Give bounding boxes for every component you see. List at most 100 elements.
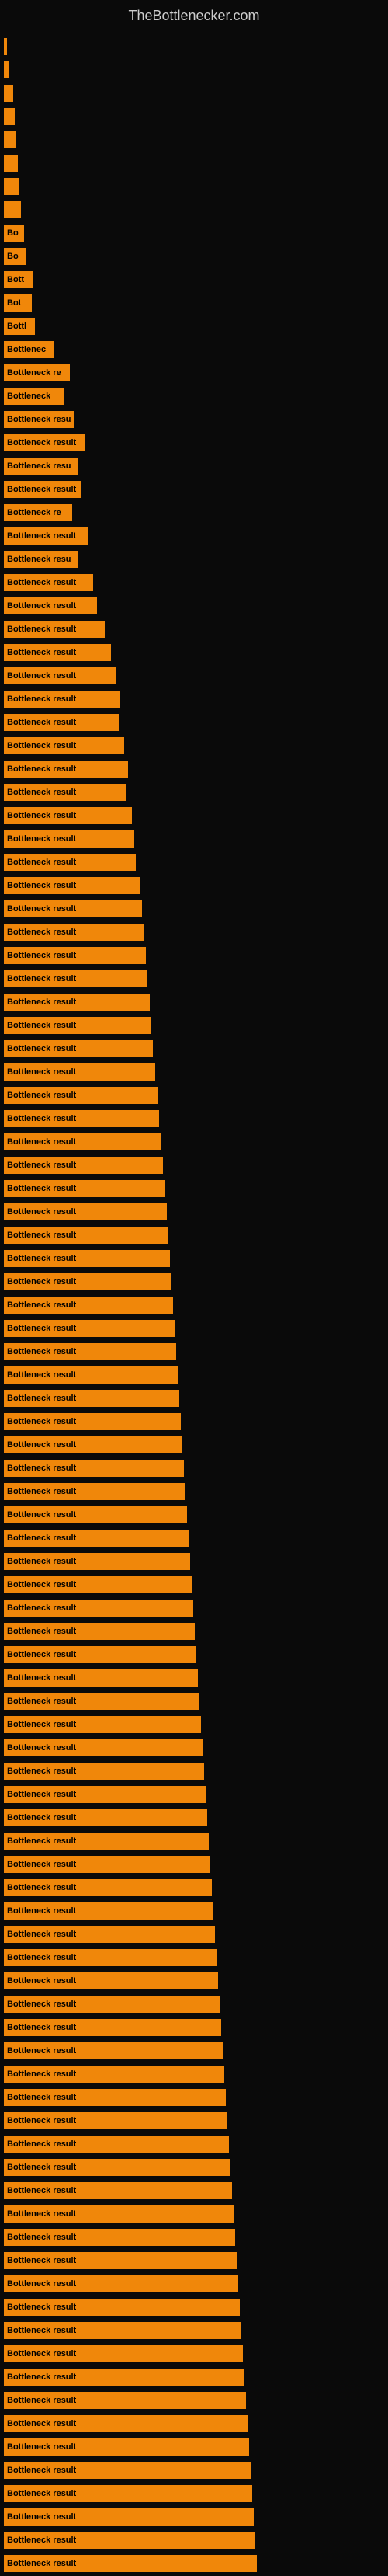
bar-row: Bottleneck result (4, 1248, 388, 1269)
bar-label: Bottleneck result (7, 1790, 76, 1799)
bar-row: Bottleneck result (4, 1644, 388, 1666)
bar: Bottleneck result (4, 761, 128, 778)
bar: Bottleneck result (4, 830, 134, 848)
bar-row: Bottleneck result (4, 1690, 388, 1712)
bar: Bo (4, 225, 24, 242)
bar: Bottlenec (4, 341, 54, 358)
bar: Bottleneck result (4, 2182, 232, 2199)
bar-row: Bottleneck result (4, 1364, 388, 1386)
bar-row: Bottleneck resu (4, 548, 388, 570)
bar-label: Bottleneck result (7, 2512, 76, 2522)
bar-row: Bottleneck result (4, 1481, 388, 1502)
bar: Bottleneck result (4, 2042, 223, 2059)
bar-label: Bottleneck result (7, 1067, 76, 1077)
bar: Bottleneck result (4, 621, 105, 638)
bar: Bottleneck result (4, 1786, 206, 1803)
bar (4, 61, 9, 78)
bar: Bottleneck (4, 388, 64, 405)
bar: Bottleneck result (4, 1180, 165, 1197)
bar: Bottleneck result (4, 2485, 252, 2502)
bar: Bottleneck result (4, 2555, 257, 2572)
bar-row: Bottleneck result (4, 2436, 388, 2458)
bar: Bottleneck result (4, 481, 81, 498)
bar: Bottleneck re (4, 504, 72, 521)
bar-label: Bottleneck result (7, 1860, 76, 1869)
bar: Bottleneck result (4, 807, 132, 824)
bar-row: Bot (4, 292, 388, 314)
bar-row (4, 152, 388, 174)
bar: Bottleneck result (4, 2089, 226, 2106)
bar-row: Bottleneck result (4, 688, 388, 710)
bar: Bottleneck result (4, 2369, 244, 2386)
bar: Bottleneck result (4, 1623, 195, 1640)
bar-row (4, 176, 388, 197)
bar-label: Bottleneck result (7, 2303, 76, 2312)
bar-row: Bottleneck result (4, 2203, 388, 2225)
bar: Bottleneck result (4, 854, 136, 871)
bar: Bott (4, 271, 33, 288)
bar: Bottleneck result (4, 2438, 249, 2456)
bar-label: Bottl (7, 322, 26, 331)
bar: Bottleneck result (4, 1972, 218, 1989)
bar-label: Bottleneck result (7, 881, 76, 890)
bar: Bottleneck result (4, 2066, 224, 2083)
bar-label: Bottleneck result (7, 2070, 76, 2079)
bar-label: Bottleneck result (7, 2489, 76, 2498)
bar-row (4, 59, 388, 81)
bar-label: Bottleneck result (7, 531, 76, 541)
bar-row: Bottleneck result (4, 735, 388, 757)
bar-row: Bottleneck result (4, 2063, 388, 2085)
bar-label: Bottleneck result (7, 2186, 76, 2195)
site-title: TheBottlenecker.com (0, 0, 388, 28)
bar-label: Bottleneck result (7, 1091, 76, 1100)
bar-row: Bottleneck result (4, 2110, 388, 2132)
bar: Bottleneck result (4, 1576, 192, 1593)
bar-row: Bott (4, 269, 388, 291)
bar: Bottleneck resu (4, 458, 78, 475)
bar (4, 108, 15, 125)
bar-row: Bottleneck result (4, 2459, 388, 2481)
bar: Bottleneck result (4, 1669, 198, 1687)
bar-label: Bottleneck result (7, 648, 76, 657)
bar-label: Bottleneck result (7, 1627, 76, 1636)
bar-label: Bo (7, 252, 19, 261)
bar: Bottleneck result (4, 1110, 159, 1127)
bar-row: Bottleneck result (4, 1201, 388, 1223)
bar (4, 85, 13, 102)
bar (4, 38, 7, 55)
bar-row: Bottleneck result (4, 758, 388, 780)
bar-row (4, 129, 388, 151)
bar-row: Bottleneck result (4, 1923, 388, 1945)
bar-label: Bottleneck result (7, 1161, 76, 1170)
bar: Bottleneck result (4, 2159, 230, 2176)
bar-row: Bottleneck result (4, 525, 388, 547)
bar-row: Bottleneck result (4, 1084, 388, 1106)
bar-label: Bottleneck result (7, 625, 76, 634)
bar-label: Bottleneck result (7, 1324, 76, 1333)
bar-row: Bottleneck result (4, 1434, 388, 1456)
bar: Bottleneck result (4, 1250, 170, 1267)
bar-label: Bottleneck result (7, 2559, 76, 2568)
bar-label: Bottleneck result (7, 2419, 76, 2428)
bar-label: Bottleneck result (7, 485, 76, 494)
bar-label: Bottleneck result (7, 2139, 76, 2149)
bar-label: Bottleneck result (7, 1277, 76, 1286)
bar: Bottleneck result (4, 1716, 201, 1733)
bar-row: Bottleneck result (4, 2017, 388, 2038)
bar-row: Bottleneck result (4, 2366, 388, 2388)
bar-label: Bottleneck result (7, 694, 76, 704)
bar-row: Bottleneck result (4, 1597, 388, 1619)
bar-row: Bottleneck result (4, 1551, 388, 1572)
bar: Bottleneck result (4, 1809, 207, 1826)
bar: Bottleneck result (4, 1133, 161, 1150)
bar-label: Bottleneck result (7, 2536, 76, 2545)
bar: Bottleneck result (4, 1902, 213, 1920)
bar-row: Bottleneck result (4, 1131, 388, 1153)
bar-row: Bottleneck result (4, 1504, 388, 1526)
bar-row: Bottleneck result (4, 2529, 388, 2551)
bar: Bottleneck result (4, 1856, 210, 1873)
bar-row: Bottleneck result (4, 921, 388, 943)
bar: Bottleneck result (4, 2275, 238, 2292)
bar-row: Bottleneck result (4, 2040, 388, 2062)
bar (4, 155, 18, 172)
